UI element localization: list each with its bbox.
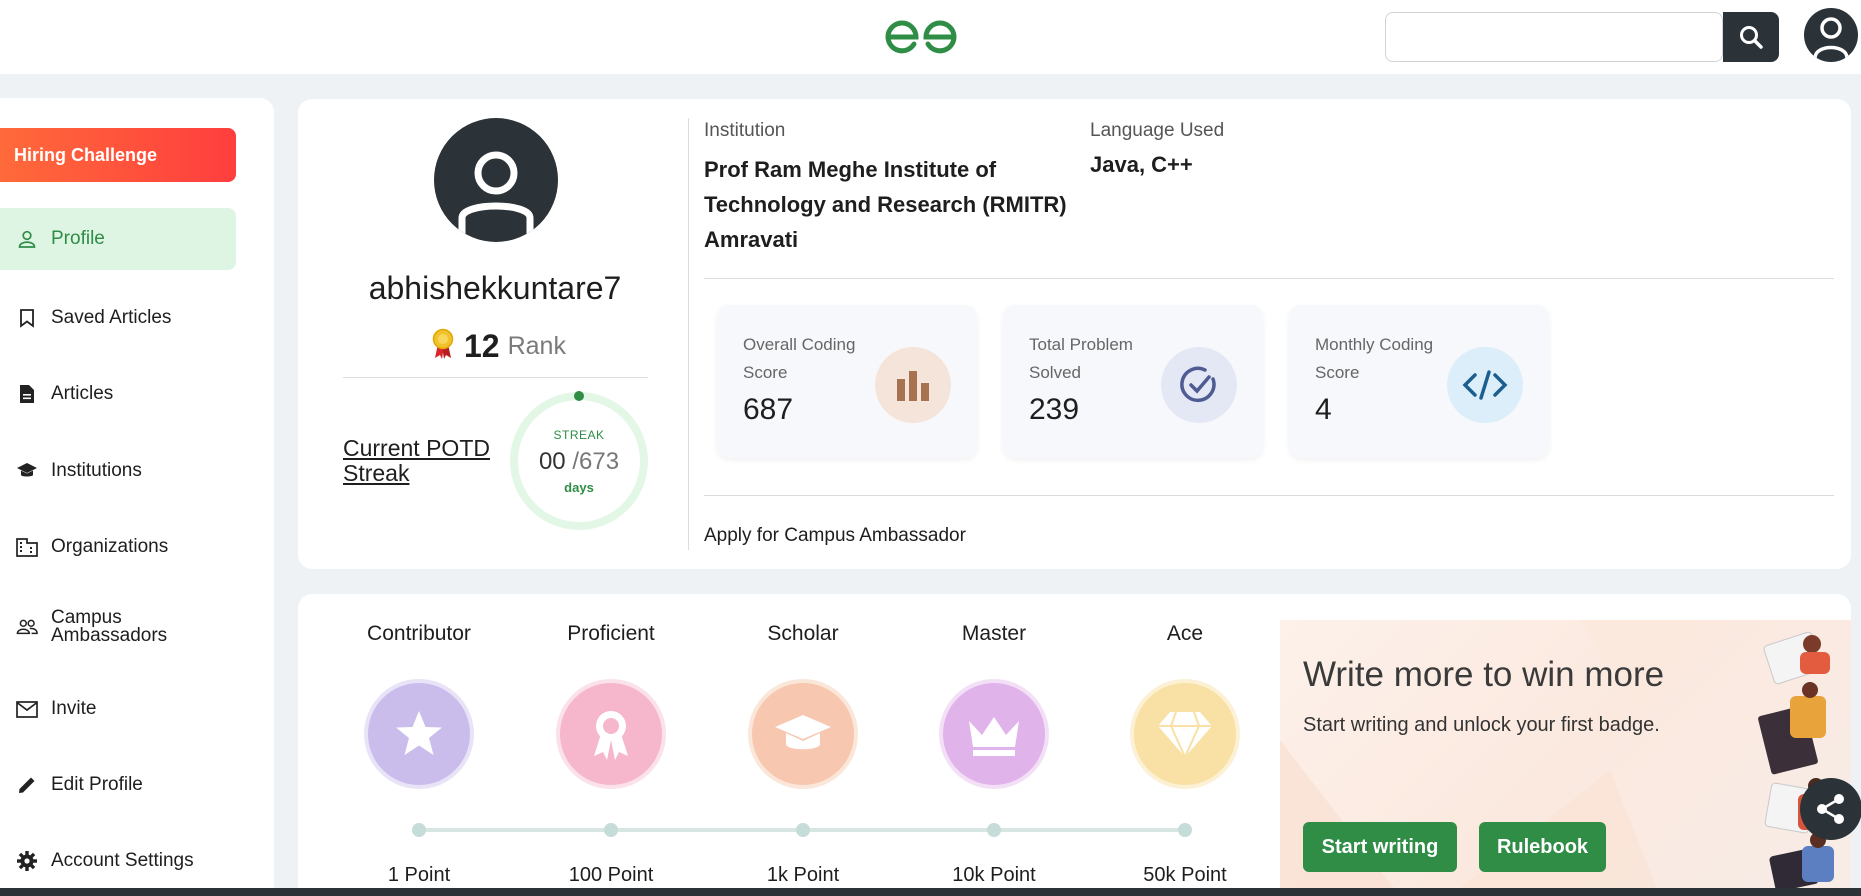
stat-label: Monthly Coding Score	[1315, 335, 1434, 382]
badge-points: 1 Point	[387, 864, 451, 886]
streak-value: 00 /673	[539, 448, 619, 476]
streak-counter: STREAK 00 /673 days	[508, 390, 650, 532]
envelope-icon	[16, 698, 38, 720]
sidebar-item-label: Edit Profile	[51, 774, 143, 795]
pencil-icon	[16, 774, 38, 796]
gear-icon	[16, 850, 38, 872]
streak-label: STREAK	[553, 427, 605, 442]
stat-card-monthly-score: Monthly Coding Score 4	[1289, 305, 1549, 458]
hiring-challenge-button[interactable]: Hiring Challenge	[0, 128, 236, 182]
streak-total: /673	[572, 447, 620, 475]
star-icon	[368, 683, 470, 785]
progress-dot	[987, 823, 1001, 837]
stat-card-overall-score: Overall Coding Score 687	[717, 305, 977, 458]
sidebar-item-institutions[interactable]: Institutions	[0, 440, 236, 502]
promo-title: Write more to win more	[1303, 655, 1665, 694]
start-writing-button[interactable]: Start writing	[1303, 822, 1457, 872]
badge-title: Master	[961, 622, 1027, 645]
sidebar-item-saved-articles[interactable]: Saved Articles	[0, 287, 236, 349]
gfg-logo-icon[interactable]	[882, 16, 960, 58]
graduation-cap-icon	[752, 683, 854, 785]
progress-dot	[412, 823, 426, 837]
sidebar-item-invite[interactable]: Invite	[0, 678, 236, 740]
stat-value: 239	[1029, 393, 1080, 426]
badge-title: Scholar	[767, 622, 839, 645]
stat-value: 687	[743, 393, 794, 426]
stat-label: Total Problem Solved	[1029, 335, 1133, 382]
divider	[343, 377, 648, 378]
graduation-cap-icon	[16, 460, 38, 482]
user-icon	[16, 228, 38, 250]
sidebar-item-label: Campus Ambassadors	[51, 607, 168, 646]
profile-avatar-icon	[434, 118, 558, 242]
sidebar-item-account-settings[interactable]: Account Settings	[0, 830, 236, 892]
institution-label: Institution	[704, 120, 786, 141]
sidebar-item-organizations[interactable]: Organizations	[0, 516, 236, 578]
apply-campus-ambassador-link[interactable]: Apply for Campus Ambassador	[704, 525, 966, 547]
medal-icon	[430, 328, 456, 365]
badge-points: 10k Point	[952, 864, 1036, 886]
language-value: Java, C++	[1090, 152, 1193, 177]
crown-icon	[943, 683, 1045, 785]
badge-points: 50k Point	[1143, 864, 1227, 886]
streak-unit: days	[564, 479, 594, 495]
search-input[interactable]	[1385, 12, 1723, 62]
stat-label: Overall Coding Score	[743, 335, 856, 382]
rank-label: Rank	[507, 332, 566, 360]
badge-title: Ace	[1166, 622, 1204, 645]
rulebook-button[interactable]: Rulebook	[1479, 822, 1606, 872]
sidebar-item-profile[interactable]: Profile	[0, 208, 236, 270]
sidebar-item-edit-profile[interactable]: Edit Profile	[0, 754, 236, 816]
badge-title: Contributor	[367, 622, 471, 645]
top-bar	[0, 0, 1861, 74]
sidebar-item-label: Invite	[51, 698, 97, 719]
search-button[interactable]	[1723, 12, 1779, 62]
user-avatar-icon[interactable]	[1804, 8, 1858, 62]
diamond-icon	[1134, 683, 1236, 785]
ribbon-icon	[560, 683, 662, 785]
progress-dot	[1178, 823, 1192, 837]
sidebar-item-label: Articles	[51, 383, 114, 404]
sidebar-item-label: Saved Articles	[51, 307, 172, 328]
stat-value: 4	[1315, 393, 1332, 426]
writer-illustration	[1750, 626, 1850, 896]
divider	[704, 495, 1834, 496]
sidebar-item-label: Organizations	[51, 536, 169, 557]
document-icon	[16, 383, 38, 405]
sidebar-item-label: Institutions	[51, 460, 142, 481]
code-icon	[1447, 347, 1523, 423]
bar-chart-icon	[875, 347, 951, 423]
badge-title: Proficient	[567, 622, 655, 645]
rank-value: 12	[464, 328, 500, 364]
rank-row: 12 Rank	[430, 328, 566, 365]
sidebar: Hiring Challenge Profile Saved Articles …	[0, 98, 274, 896]
progress-dot	[604, 823, 618, 837]
badge-points: 100 Point	[568, 864, 654, 886]
group-icon	[16, 616, 38, 638]
promo-subtitle: Start writing and unlock your first badg…	[1303, 714, 1660, 736]
sidebar-item-label: Profile	[51, 228, 105, 249]
divider	[704, 278, 1834, 279]
check-circle-icon	[1161, 347, 1237, 423]
bookmark-icon	[16, 307, 38, 329]
share-icon	[1817, 794, 1844, 824]
badge-points: 1k Point	[766, 864, 840, 886]
share-button[interactable]	[1800, 778, 1861, 840]
stat-card-problems-solved: Total Problem Solved 239	[1003, 305, 1263, 458]
building-icon	[16, 536, 38, 558]
sidebar-item-label: Account Settings	[51, 850, 194, 871]
progress-dot	[796, 823, 810, 837]
streak-current: 00	[538, 447, 566, 475]
search-icon	[1740, 26, 1763, 49]
divider	[688, 118, 689, 550]
bottom-bar	[0, 888, 1861, 896]
profile-username: abhishekkuntare7	[368, 270, 622, 306]
potd-streak-link[interactable]: Current POTD Streak	[343, 436, 513, 486]
sidebar-item-articles[interactable]: Articles	[0, 363, 236, 425]
institution-name: Prof Ram Meghe Institute of Technology a…	[704, 157, 1067, 252]
language-label: Language Used	[1090, 120, 1225, 141]
sidebar-item-campus-ambassadors[interactable]: Campus Ambassadors	[0, 596, 236, 658]
